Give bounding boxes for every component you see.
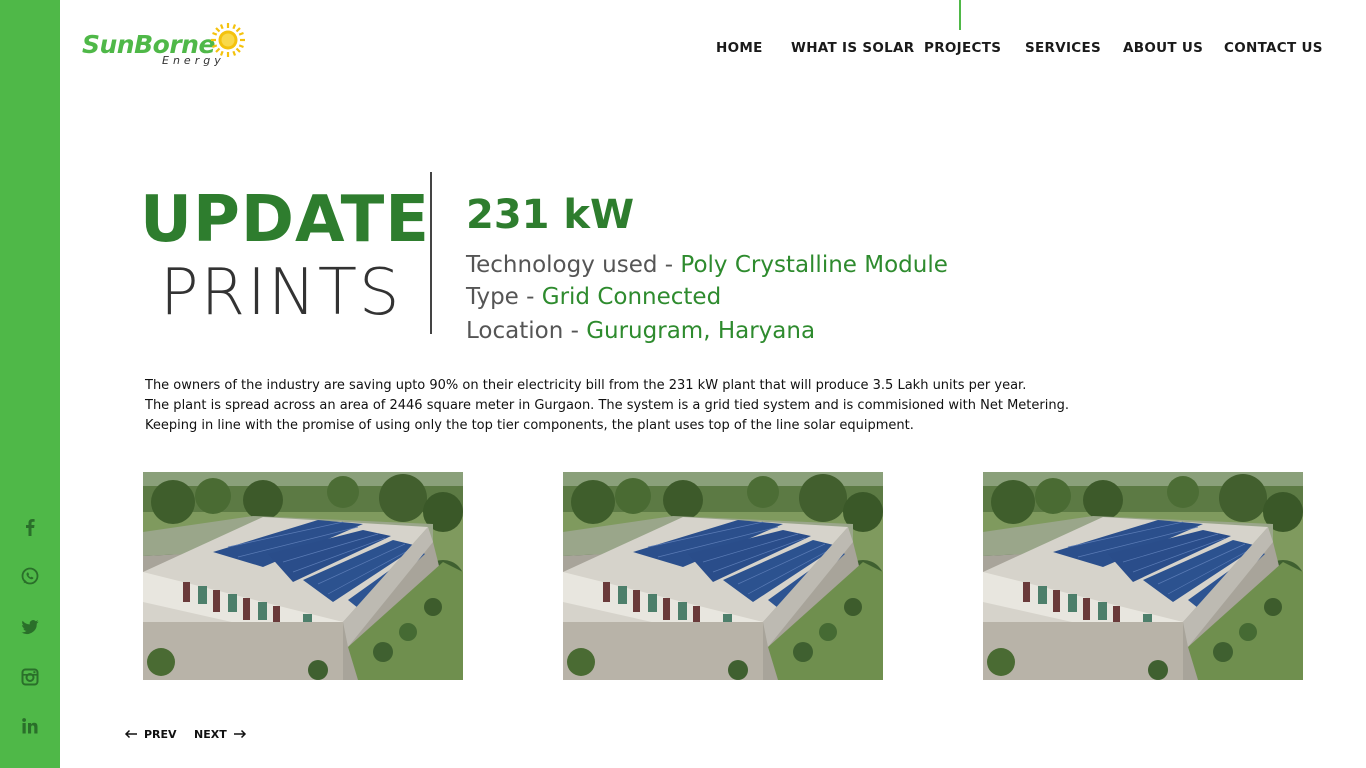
instagram-icon[interactable]	[17, 664, 43, 690]
project-title-line2: PRINTS	[160, 256, 402, 330]
arrow-left-icon	[124, 729, 137, 739]
nav-what-is-solar[interactable]: WHAT IS SOLAR	[791, 40, 915, 60]
prev-button[interactable]: PREV	[124, 726, 177, 742]
facebook-icon[interactable]	[17, 514, 43, 540]
nav-services[interactable]: SERVICES	[1025, 40, 1101, 60]
whatsapp-icon[interactable]	[17, 563, 43, 589]
spec-type-value: Grid Connected	[541, 284, 722, 310]
spec-type: Type - Grid Connected	[466, 284, 721, 310]
spec-technology-label: Technology used -	[466, 252, 681, 278]
description-line: Keeping in line with the promise of usin…	[145, 418, 914, 433]
next-button[interactable]: NEXT	[194, 726, 247, 742]
spec-location-label: Location -	[466, 318, 587, 344]
prev-label: PREV	[144, 727, 177, 741]
sunborne-logo[interactable]: SunBorne Energy	[82, 22, 252, 72]
project-capacity: 231 kW	[466, 192, 635, 238]
twitter-icon[interactable]	[17, 614, 43, 640]
spec-type-label: Type -	[466, 284, 542, 310]
spec-technology-value: Poly Crystalline Module	[680, 252, 948, 278]
linkedin-icon[interactable]	[17, 713, 43, 739]
project-photo[interactable]	[983, 472, 1303, 680]
project-description: The owners of the industry are saving up…	[145, 376, 1069, 436]
active-nav-indicator	[959, 0, 961, 30]
title-divider	[430, 172, 432, 334]
nav-projects[interactable]: PROJECTS	[924, 40, 1001, 60]
description-line: The owners of the industry are saving up…	[145, 378, 1027, 393]
nav-about-us[interactable]: ABOUT US	[1123, 40, 1203, 60]
spec-location: Location - Gurugram, Haryana	[466, 318, 815, 344]
nav-home[interactable]: HOME	[716, 40, 763, 60]
project-title-line1: UPDATE	[140, 183, 430, 257]
nav-contact-us[interactable]: CONTACT US	[1224, 40, 1323, 60]
project-photo[interactable]	[563, 472, 883, 680]
spec-location-value: Gurugram, Haryana	[586, 318, 816, 344]
social-sidebar	[0, 0, 60, 768]
sun-icon	[211, 23, 245, 57]
arrow-right-icon	[233, 729, 246, 739]
spec-technology: Technology used - Poly Crystalline Modul…	[466, 252, 948, 278]
project-photo[interactable]	[143, 472, 463, 680]
description-line: The plant is spread across an area of 24…	[145, 398, 1069, 413]
next-label: NEXT	[194, 727, 227, 741]
